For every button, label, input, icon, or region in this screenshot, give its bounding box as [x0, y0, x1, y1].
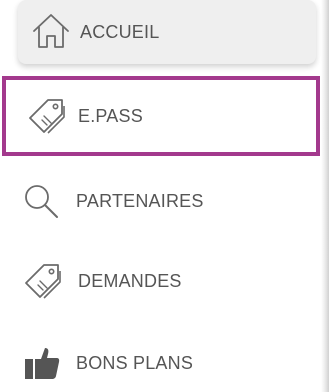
- sidebar-item-label: PARTENAIRES: [76, 190, 204, 211]
- sidebar-item-label: BONS PLANS: [76, 352, 194, 373]
- sidebar-item-label: ACCUEIL: [80, 21, 160, 42]
- home-icon: [30, 11, 72, 53]
- sidebar-item-demandes[interactable]: DEMANDES: [0, 250, 321, 312]
- sidebar-item-label: DEMANDES: [78, 270, 182, 291]
- sidebar-item-label: E.PASS: [78, 105, 143, 126]
- sidebar-item-accueil[interactable]: ACCUEIL: [18, 0, 316, 64]
- sidebar-item-bons-plans[interactable]: BONS PLANS: [0, 334, 321, 392]
- search-icon: [22, 182, 60, 220]
- sidebar-item-epass[interactable]: E.PASS: [2, 76, 320, 156]
- sidebar-item-partenaires[interactable]: PARTENAIRES: [0, 170, 321, 232]
- tags-icon: [28, 97, 66, 135]
- thumbs-up-icon: [24, 345, 60, 381]
- tags-icon: [24, 262, 62, 300]
- sidebar-edge-shadow: [321, 0, 329, 392]
